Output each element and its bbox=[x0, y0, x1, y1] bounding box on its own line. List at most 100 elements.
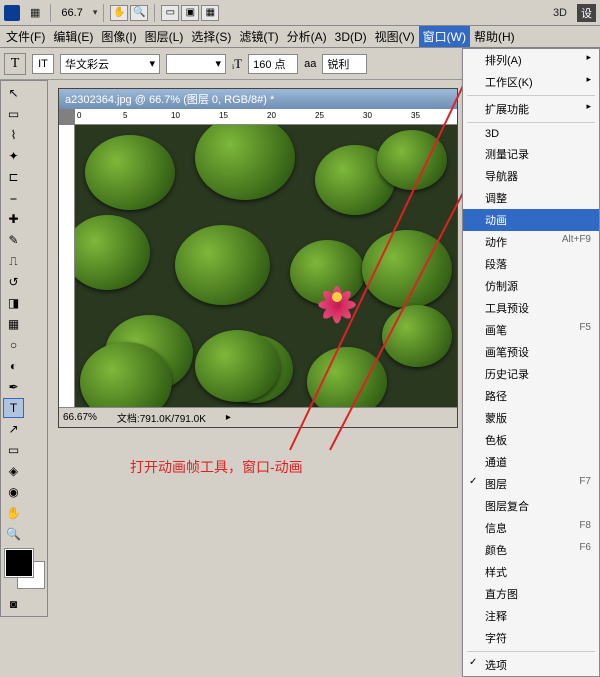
check-icon: ✓ bbox=[469, 476, 477, 487]
menu-item-arrange[interactable]: 排列(A)▸ bbox=[463, 49, 599, 71]
tools-panel: ↖ ▭ ⌇ ✦ ⊏ ⎯ ✚ ✎ ⎍ ↺ ◨ ▦ ○ ◐ ✒ T ↗ ▭ ◈ ◉ … bbox=[0, 80, 48, 617]
quick-select-tool[interactable]: ✦ bbox=[3, 146, 24, 166]
eraser-tool[interactable]: ◨ bbox=[3, 293, 24, 313]
menu-layer[interactable]: 图层(L) bbox=[141, 26, 188, 47]
healing-tool[interactable]: ✚ bbox=[3, 209, 24, 229]
menu-item-animation[interactable]: 动画 bbox=[463, 209, 599, 231]
move-tool[interactable]: ↖ bbox=[3, 83, 24, 103]
document-title[interactable]: a2302364.jpg @ 66.7% (图层 0, RGB/8#) * bbox=[59, 89, 457, 109]
blur-tool[interactable]: ○ bbox=[3, 335, 24, 355]
menu-item-swatches[interactable]: 色板 bbox=[463, 429, 599, 451]
menu-file[interactable]: 文件(F) bbox=[2, 26, 49, 47]
menu-item-options[interactable]: ✓选项 bbox=[463, 654, 599, 676]
crop-tool[interactable]: ⊏ bbox=[3, 167, 24, 187]
screen-mode-group: ▭ ▣ ▦ bbox=[161, 5, 219, 21]
stamp-tool[interactable]: ⎍ bbox=[3, 251, 24, 271]
menu-item-paths[interactable]: 路径 bbox=[463, 385, 599, 407]
status-doc-size[interactable]: 文档:791.0K/791.0K bbox=[117, 410, 206, 425]
antialias-value: 锐利 bbox=[327, 56, 349, 72]
menu-item-character[interactable]: 字符 bbox=[463, 627, 599, 649]
hand-tool-icon[interactable]: ✋ bbox=[110, 5, 128, 21]
menu-help[interactable]: 帮助(H) bbox=[470, 26, 519, 47]
menu-item-clone[interactable]: 仿制源 bbox=[463, 275, 599, 297]
mini-bridge-icon[interactable]: ▦ bbox=[26, 5, 44, 20]
3d-label[interactable]: 3D bbox=[549, 6, 571, 20]
menu-item-actions[interactable]: 动作Alt+F9 bbox=[463, 231, 599, 253]
pen-tool[interactable]: ✒ bbox=[3, 377, 24, 397]
antialias-label: aa bbox=[304, 58, 316, 70]
menu-filter[interactable]: 滤镜(T) bbox=[235, 26, 282, 47]
eyedropper-tool[interactable]: ⎯ bbox=[3, 188, 24, 208]
menu-item-extensions[interactable]: 扩展功能▸ bbox=[463, 98, 599, 120]
menu-item-masks[interactable]: 蒙版 bbox=[463, 407, 599, 429]
gradient-tool[interactable]: ▦ bbox=[3, 314, 24, 334]
foreground-color-swatch[interactable] bbox=[5, 549, 33, 577]
menu-item-notes[interactable]: 注释 bbox=[463, 605, 599, 627]
shape-tool[interactable]: ▭ bbox=[3, 440, 24, 460]
status-arrow-icon[interactable]: ▸ bbox=[226, 412, 231, 423]
design-label[interactable]: 设 bbox=[577, 4, 596, 22]
horizontal-ruler: 0 5 10 15 20 25 30 35 bbox=[75, 109, 457, 125]
menu-item-layer-comps[interactable]: 图层复合 bbox=[463, 495, 599, 517]
menu-item-tool-preset[interactable]: 工具预设 bbox=[463, 297, 599, 319]
menu-item-styles[interactable]: 样式 bbox=[463, 561, 599, 583]
font-family-select[interactable]: 华文彩云 ▾ bbox=[60, 54, 160, 74]
orientation-button[interactable]: IT bbox=[32, 54, 54, 74]
history-brush-tool[interactable]: ↺ bbox=[3, 272, 24, 292]
zoom-value[interactable]: 66.7 bbox=[57, 7, 86, 19]
font-size-icon: ᵢT bbox=[232, 56, 242, 72]
zoom-dropdown-icon[interactable]: ▾ bbox=[93, 7, 98, 18]
menu-item-color[interactable]: 颜色F6 bbox=[463, 539, 599, 561]
menu-item-info[interactable]: 信息F8 bbox=[463, 517, 599, 539]
zoom-tool-icon[interactable]: 🔍 bbox=[130, 5, 148, 21]
chevron-down-icon: ▾ bbox=[149, 57, 155, 70]
menu-select[interactable]: 选择(S) bbox=[187, 26, 235, 47]
path-select-tool[interactable]: ↗ bbox=[3, 419, 24, 439]
zoom-tool[interactable]: 🔍 bbox=[3, 524, 24, 544]
font-family-value: 华文彩云 bbox=[65, 56, 109, 72]
lasso-tool[interactable]: ⌇ bbox=[3, 125, 24, 145]
menu-image[interactable]: 图像(I) bbox=[97, 26, 140, 47]
chevron-down-icon: ▾ bbox=[215, 57, 221, 70]
menu-item-paragraph[interactable]: 段落 bbox=[463, 253, 599, 275]
screen-mode-standard-icon[interactable]: ▭ bbox=[161, 5, 179, 21]
menu-item-workspace[interactable]: 工作区(K)▸ bbox=[463, 71, 599, 93]
menu-item-brush[interactable]: 画笔F5 bbox=[463, 319, 599, 341]
menu-edit[interactable]: 编辑(E) bbox=[49, 26, 97, 47]
type-tool[interactable]: T bbox=[3, 398, 24, 418]
quick-mask-tool[interactable]: ◙ bbox=[3, 594, 24, 614]
color-swatches[interactable] bbox=[3, 549, 45, 593]
3d-camera-tool[interactable]: ◉ bbox=[3, 482, 24, 502]
3d-tool[interactable]: ◈ bbox=[3, 461, 24, 481]
check-icon: ✓ bbox=[469, 657, 477, 668]
status-zoom[interactable]: 66.67% bbox=[63, 412, 97, 423]
hand-tool[interactable]: ✋ bbox=[3, 503, 24, 523]
font-size-select[interactable]: 160 点 bbox=[248, 54, 298, 74]
screen-mode-max-icon[interactable]: ▦ bbox=[201, 5, 219, 21]
menu-item-history[interactable]: 历史记录 bbox=[463, 363, 599, 385]
menu-analysis[interactable]: 分析(A) bbox=[283, 26, 331, 47]
font-style-select[interactable]: ▾ bbox=[166, 54, 226, 74]
menu-item-3d[interactable]: 3D bbox=[463, 125, 599, 143]
screen-mode-full-icon[interactable]: ▣ bbox=[181, 5, 199, 21]
menu-item-channels[interactable]: 通道 bbox=[463, 451, 599, 473]
marquee-tool[interactable]: ▭ bbox=[3, 104, 24, 124]
menu-item-adjustments[interactable]: 调整 bbox=[463, 187, 599, 209]
menu-item-brush-preset[interactable]: 画笔预设 bbox=[463, 341, 599, 363]
brush-tool[interactable]: ✎ bbox=[3, 230, 24, 250]
menu-item-measure[interactable]: 测量记录 bbox=[463, 143, 599, 165]
menu-view[interactable]: 视图(V) bbox=[371, 26, 419, 47]
menu-3d[interactable]: 3D(D) bbox=[331, 28, 371, 46]
canvas[interactable] bbox=[75, 125, 457, 407]
antialias-select[interactable]: 锐利 bbox=[322, 54, 367, 74]
active-tool-indicator[interactable]: T bbox=[4, 53, 26, 75]
menu-item-histogram[interactable]: 直方图 bbox=[463, 583, 599, 605]
view-mode-group: ✋ 🔍 bbox=[110, 5, 148, 21]
document-window: a2302364.jpg @ 66.7% (图层 0, RGB/8#) * 0 … bbox=[58, 88, 458, 428]
dodge-tool[interactable]: ◐ bbox=[3, 356, 24, 376]
menu-item-navigator[interactable]: 导航器 bbox=[463, 165, 599, 187]
app-icon bbox=[4, 5, 20, 21]
menu-window[interactable]: 窗口(W) bbox=[419, 26, 470, 47]
menu-item-layers[interactable]: ✓图层F7 bbox=[463, 473, 599, 495]
submenu-arrow-icon: ▸ bbox=[586, 52, 591, 68]
